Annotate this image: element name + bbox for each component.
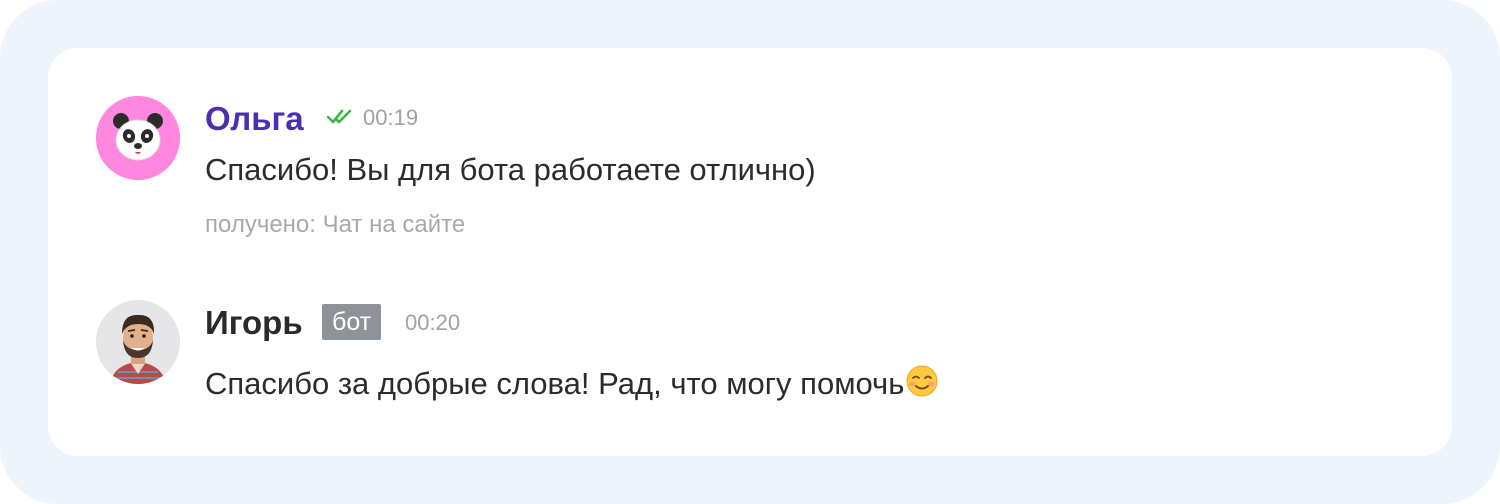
chat-frame: Ольга 00:19 Спасибо! Вы для бота работае… xyxy=(0,0,1500,504)
message-text-row: Спасибо за добрые слова! Рад, что могу п… xyxy=(205,364,939,404)
panda-icon xyxy=(96,96,180,180)
bot-badge: бот xyxy=(322,304,382,340)
message-time: 00:20 xyxy=(405,310,461,335)
smiling-face-icon xyxy=(906,365,938,397)
man-photo-avatar xyxy=(96,300,180,384)
double-check-icon xyxy=(327,109,352,124)
message-text: Спасибо за добрые слова! Рад, что могу п… xyxy=(205,366,905,401)
avatar-olga[interactable] xyxy=(96,96,180,180)
avatar-igor[interactable] xyxy=(96,300,180,384)
message-source: получено: Чат на сайте xyxy=(205,211,466,238)
author-name: Ольга xyxy=(205,100,304,137)
chat-card: Ольга 00:19 Спасибо! Вы для бота работае… xyxy=(48,48,1452,456)
author-name: Игорь xyxy=(205,304,303,341)
message-text: Спасибо! Вы для бота работаете отлично) xyxy=(205,152,816,187)
message-time: 00:19 xyxy=(363,105,419,130)
